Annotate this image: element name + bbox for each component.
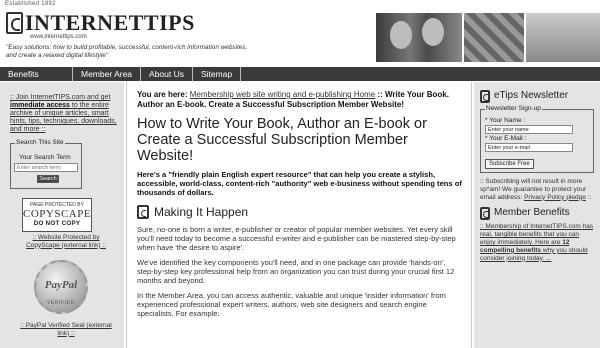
subscribe-button[interactable]: Subscribe Free [485, 159, 534, 169]
privacy-note: :: Subscribing will not result in more s… [480, 178, 594, 201]
paragraph-3: In the Member Area, you can access authe… [137, 291, 446, 318]
header-photos [376, 13, 600, 62]
name-label: * Your Name : [485, 117, 526, 124]
signup-legend: Newsletter Sign-up [485, 105, 542, 112]
privacy-end: :: [585, 193, 592, 201]
etips-title: eTips Newsletter [494, 90, 569, 101]
logo-url: www.internettips.com [30, 34, 87, 40]
section-icon [137, 205, 149, 219]
paragraph-1: Sure, no-one is born a writer, e-publish… [137, 225, 456, 252]
copyscape-line3: DO NOT COPY [33, 220, 81, 227]
logo-icon [6, 12, 23, 34]
site-logo[interactable]: INTERNETTIPS [6, 12, 195, 34]
etips-icon [480, 90, 490, 103]
newsletter-signup: Newsletter Sign-up * Your Name : Enter y… [480, 105, 594, 173]
search-button[interactable]: Search [37, 175, 59, 183]
benefits-icon [480, 207, 490, 221]
breadcrumb-home-link[interactable]: Membership web site writing and e-publis… [190, 90, 375, 99]
nav-member-area[interactable]: Member Area [73, 67, 142, 81]
main-nav: Benefits Member Area About Us Sitemap [0, 67, 600, 81]
section-title: Making It Happen [154, 205, 249, 219]
face-shape [422, 18, 444, 46]
join-bold[interactable]: immediate access [10, 102, 70, 109]
nav-sitemap[interactable]: Sitemap [193, 67, 242, 81]
face-shape [390, 21, 412, 49]
join-text[interactable]: :: Join InternetTIPS.com and get [10, 94, 110, 101]
copyscape-badge[interactable]: PAGE PROTECTED BY COPYSCAPE DO NOT COPY [22, 198, 92, 232]
intro-lede: Here's a "friendly plain English expert … [137, 170, 462, 197]
paypal-seal-title: PayPal [44, 279, 78, 291]
site-search-box: Search This Site Your Search Term Search [10, 139, 82, 189]
breadcrumb: You are here: Membership web site writin… [137, 90, 463, 109]
section-heading: Making It Happen [137, 205, 463, 219]
privacy-link[interactable]: Privacy Policy pledge [524, 194, 586, 201]
couple-photo [376, 13, 462, 62]
logo-text: INTERNETTIPS [25, 10, 195, 35]
benefits-text[interactable]: :: Membership of InternetTIPS.com has re… [480, 223, 594, 262]
established-label: Established 1992 [5, 1, 56, 7]
benefits-title: Member Benefits [494, 207, 570, 219]
paragraph-2: We've identified the key components you'… [137, 258, 455, 285]
nav-benefits[interactable]: Benefits [0, 67, 73, 81]
search-input[interactable] [14, 163, 78, 172]
right-sidebar: eTips Newsletter Newsletter Sign-up * Yo… [474, 82, 600, 348]
keyboard-photo [526, 13, 600, 62]
paypal-seal[interactable]: PayPal VERIFIED [34, 260, 88, 314]
paypal-link[interactable]: :: PayPal Verified Seal (external link) … [14, 322, 118, 337]
puzzle-photo [464, 13, 524, 62]
nav-about-us[interactable]: About Us [141, 67, 193, 81]
left-sidebar: :: Join InternetTIPS.com and get immedia… [0, 82, 124, 348]
paypal-seal-sub: VERIFIED [47, 300, 75, 306]
search-legend: Search This Site [15, 139, 65, 146]
breadcrumb-prefix: You are here: [137, 90, 190, 99]
benefits-text-start[interactable]: :: Membership of InternetTIPS.com has re… [480, 223, 593, 246]
join-promo[interactable]: :: Join InternetTIPS.com and get immedia… [10, 94, 120, 134]
main-content: You are here: Membership web site writin… [126, 82, 472, 348]
email-input[interactable]: Enter your e-mail [485, 143, 573, 152]
etips-heading: eTips Newsletter [480, 90, 594, 103]
site-header: Established 1992 INTERNETTIPS www.intern… [0, 0, 600, 66]
member-benefits-heading: Member Benefits [480, 207, 594, 221]
email-label: * Your E-Mail : [485, 135, 527, 142]
search-label: Your Search Term [19, 154, 71, 161]
name-input[interactable]: Enter your name [485, 125, 573, 134]
site-tagline: "Easy solutions: how to build profitable… [6, 44, 248, 59]
copyscape-link[interactable]: :: Website Protected by CopyScape (exter… [16, 234, 116, 249]
copyscape-line2: COPYSCAPE [23, 208, 92, 220]
page-title: How to Write Your Book, Author an E-book… [137, 116, 427, 164]
